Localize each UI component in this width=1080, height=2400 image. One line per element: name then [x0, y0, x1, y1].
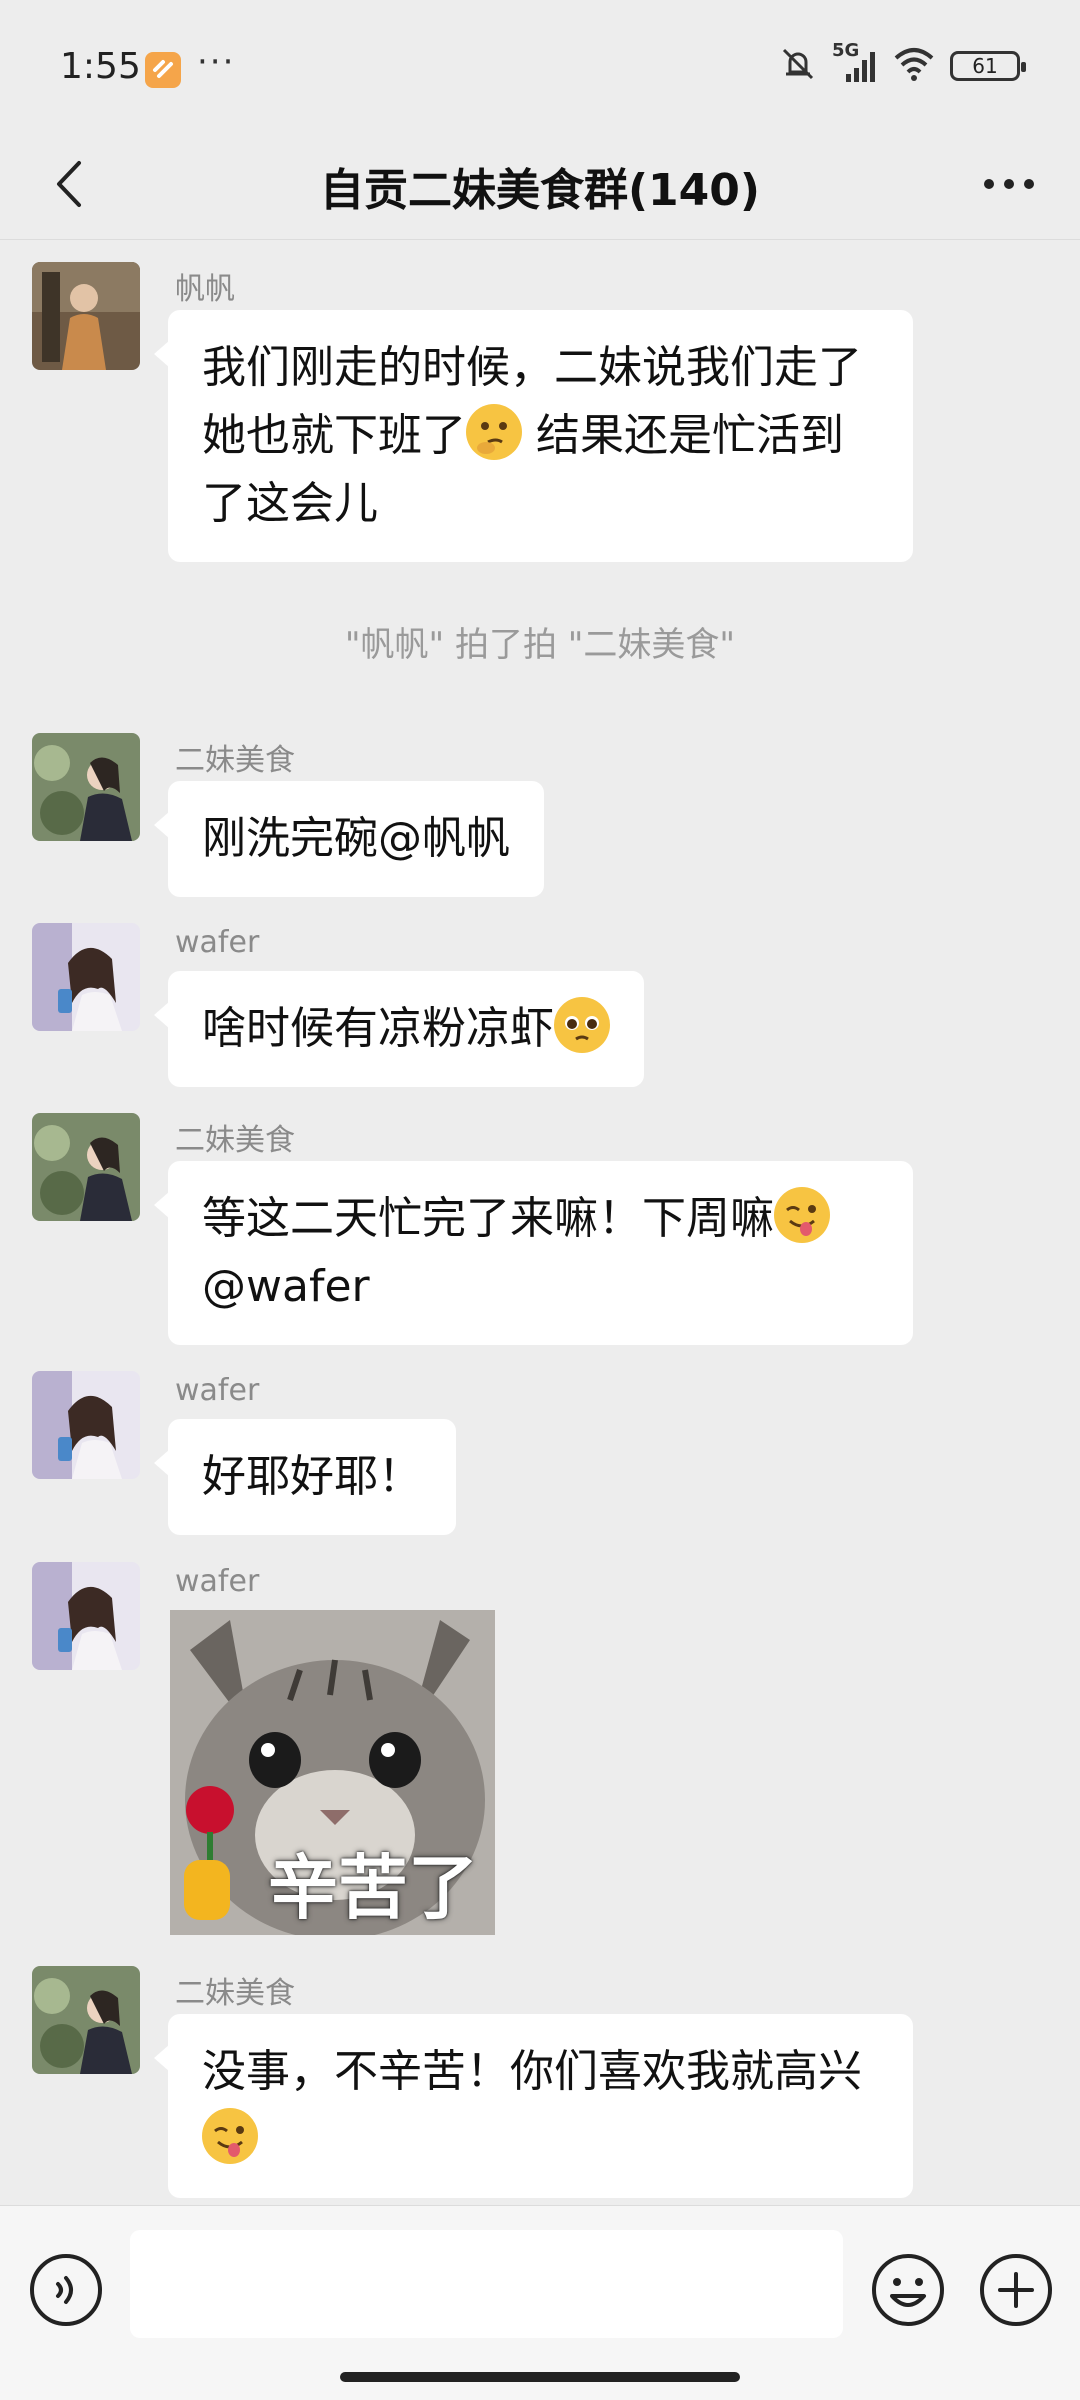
- winking-tongue-icon: [774, 1187, 830, 1243]
- battery-level: 61: [972, 54, 998, 78]
- sender-name: wafer: [175, 1373, 260, 1408]
- avatar[interactable]: [32, 1113, 140, 1221]
- sender-name: 二妹美食: [175, 1976, 295, 2011]
- page-title: 自贡二妹美食群(140): [319, 165, 761, 216]
- message-bubble[interactable]: 我们刚走的时候，二妹说我们走了她也就下班了 结果还是忙活到了这会儿: [154, 310, 913, 562]
- message-bubble[interactable]: 好耶好耶！: [154, 1419, 456, 1535]
- more-dots-icon: [984, 179, 1034, 189]
- status-time: 1:55: [60, 46, 141, 87]
- voice-input-button[interactable]: [28, 2252, 104, 2328]
- message-bubble[interactable]: 等这二天忙完了来嘛！下周嘛 @wafer: [154, 1161, 913, 1345]
- message-text: 没事，不辛苦！你们喜欢我就高兴: [202, 2046, 862, 2097]
- sender-name: wafer: [175, 1564, 260, 1599]
- notification-app-icon: [145, 52, 181, 88]
- signal-5g-icon: 5G: [832, 40, 878, 86]
- message-bubble[interactable]: 没事，不辛苦！你们喜欢我就高兴: [154, 2014, 913, 2198]
- wifi-icon: [892, 44, 936, 88]
- avatar[interactable]: [32, 1966, 140, 2074]
- message-list[interactable]: 帆帆 我们刚走的时候，二妹说我们走了她也就下班了 结果还是忙活到了这会儿 "帆帆…: [0, 240, 1080, 2205]
- battery-icon: 61: [950, 51, 1026, 81]
- status-indicators: 5G 61: [778, 40, 1026, 88]
- winking-tongue-icon: [202, 2108, 258, 2164]
- message-text: @wafer: [202, 1261, 370, 1312]
- avatar[interactable]: [32, 262, 140, 370]
- message-input[interactable]: [130, 2230, 843, 2338]
- home-indicator[interactable]: [340, 2372, 740, 2382]
- message-bubble[interactable]: 啥时候有凉粉凉虾: [154, 971, 644, 1087]
- message-text: 好耶好耶！: [202, 1451, 422, 1502]
- more-options-button[interactable]: [974, 154, 1044, 214]
- voice-icon: [30, 2254, 102, 2326]
- message-text: 啥时候有凉粉凉虾: [202, 1003, 554, 1054]
- message-text: 等这二天忙完了来嘛！下周嘛: [202, 1193, 774, 1244]
- message-text: 刚洗完碗@帆帆: [202, 813, 510, 864]
- emoji-button[interactable]: [870, 2252, 946, 2328]
- system-pat-note: "帆帆" 拍了拍 "二妹美食": [344, 625, 736, 665]
- sender-name: 帆帆: [175, 272, 235, 307]
- pleading-face-icon: [554, 997, 610, 1053]
- sender-name: wafer: [175, 925, 260, 960]
- avatar[interactable]: [32, 923, 140, 1031]
- message-bubble[interactable]: 刚洗完碗@帆帆: [154, 781, 544, 897]
- cat-sticker-image[interactable]: 辛苦了: [170, 1610, 495, 1935]
- status-bar: 1:55 ··· 5G 61: [0, 0, 1080, 130]
- sender-name: 二妹美食: [175, 1123, 295, 1158]
- avatar[interactable]: [32, 1371, 140, 1479]
- avatar[interactable]: [32, 1562, 140, 1670]
- more-actions-button[interactable]: [978, 2252, 1054, 2328]
- sticker-caption: 辛苦了: [268, 1847, 478, 1929]
- sender-name: 二妹美食: [175, 743, 295, 778]
- plus-icon: [980, 2254, 1052, 2326]
- status-overflow-dots: ···: [197, 42, 236, 82]
- thinking-face-icon: [466, 404, 522, 460]
- mute-bell-icon: [778, 44, 818, 88]
- avatar[interactable]: [32, 733, 140, 841]
- smiley-icon: [872, 2254, 944, 2326]
- chat-header: 自贡二妹美食群(140): [0, 130, 1080, 240]
- input-bar: [0, 2205, 1080, 2400]
